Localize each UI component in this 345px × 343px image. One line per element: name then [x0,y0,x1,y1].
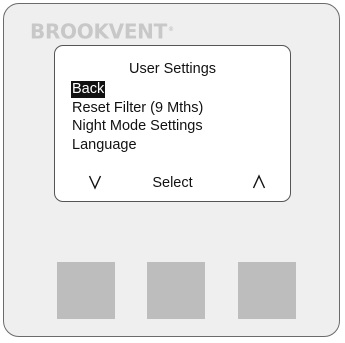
menu-item-label: Language [72,136,137,153]
menu-item-label: Reset Filter (9 Mths) [72,99,204,116]
settings-menu: Back Reset Filter (9 Mths) Night Mode Se… [71,80,204,154]
controller-device: BROOKVENT® User Settings Back Reset Filt… [3,3,340,337]
softkey-up [252,174,266,192]
menu-item-reset-filter[interactable]: Reset Filter (9 Mths) [71,99,204,118]
lcd-screen: User Settings Back Reset Filter (9 Mths)… [54,45,291,202]
brand-name: BROOKVENT [30,19,167,44]
center-hardware-button[interactable] [147,262,205,319]
menu-item-back[interactable]: Back [71,80,204,99]
trademark-symbol: ® [167,26,174,33]
menu-item-language[interactable]: Language [71,136,204,155]
menu-item-label: Back [71,81,106,98]
menu-item-night-mode[interactable]: Night Mode Settings [71,117,204,136]
right-hardware-button[interactable] [238,262,296,319]
brand-logo: BROOKVENT® [30,18,174,44]
chevron-up-icon [252,174,266,189]
left-hardware-button[interactable] [57,262,115,319]
screen-title: User Settings [128,61,217,77]
menu-item-label: Night Mode Settings [72,118,203,134]
